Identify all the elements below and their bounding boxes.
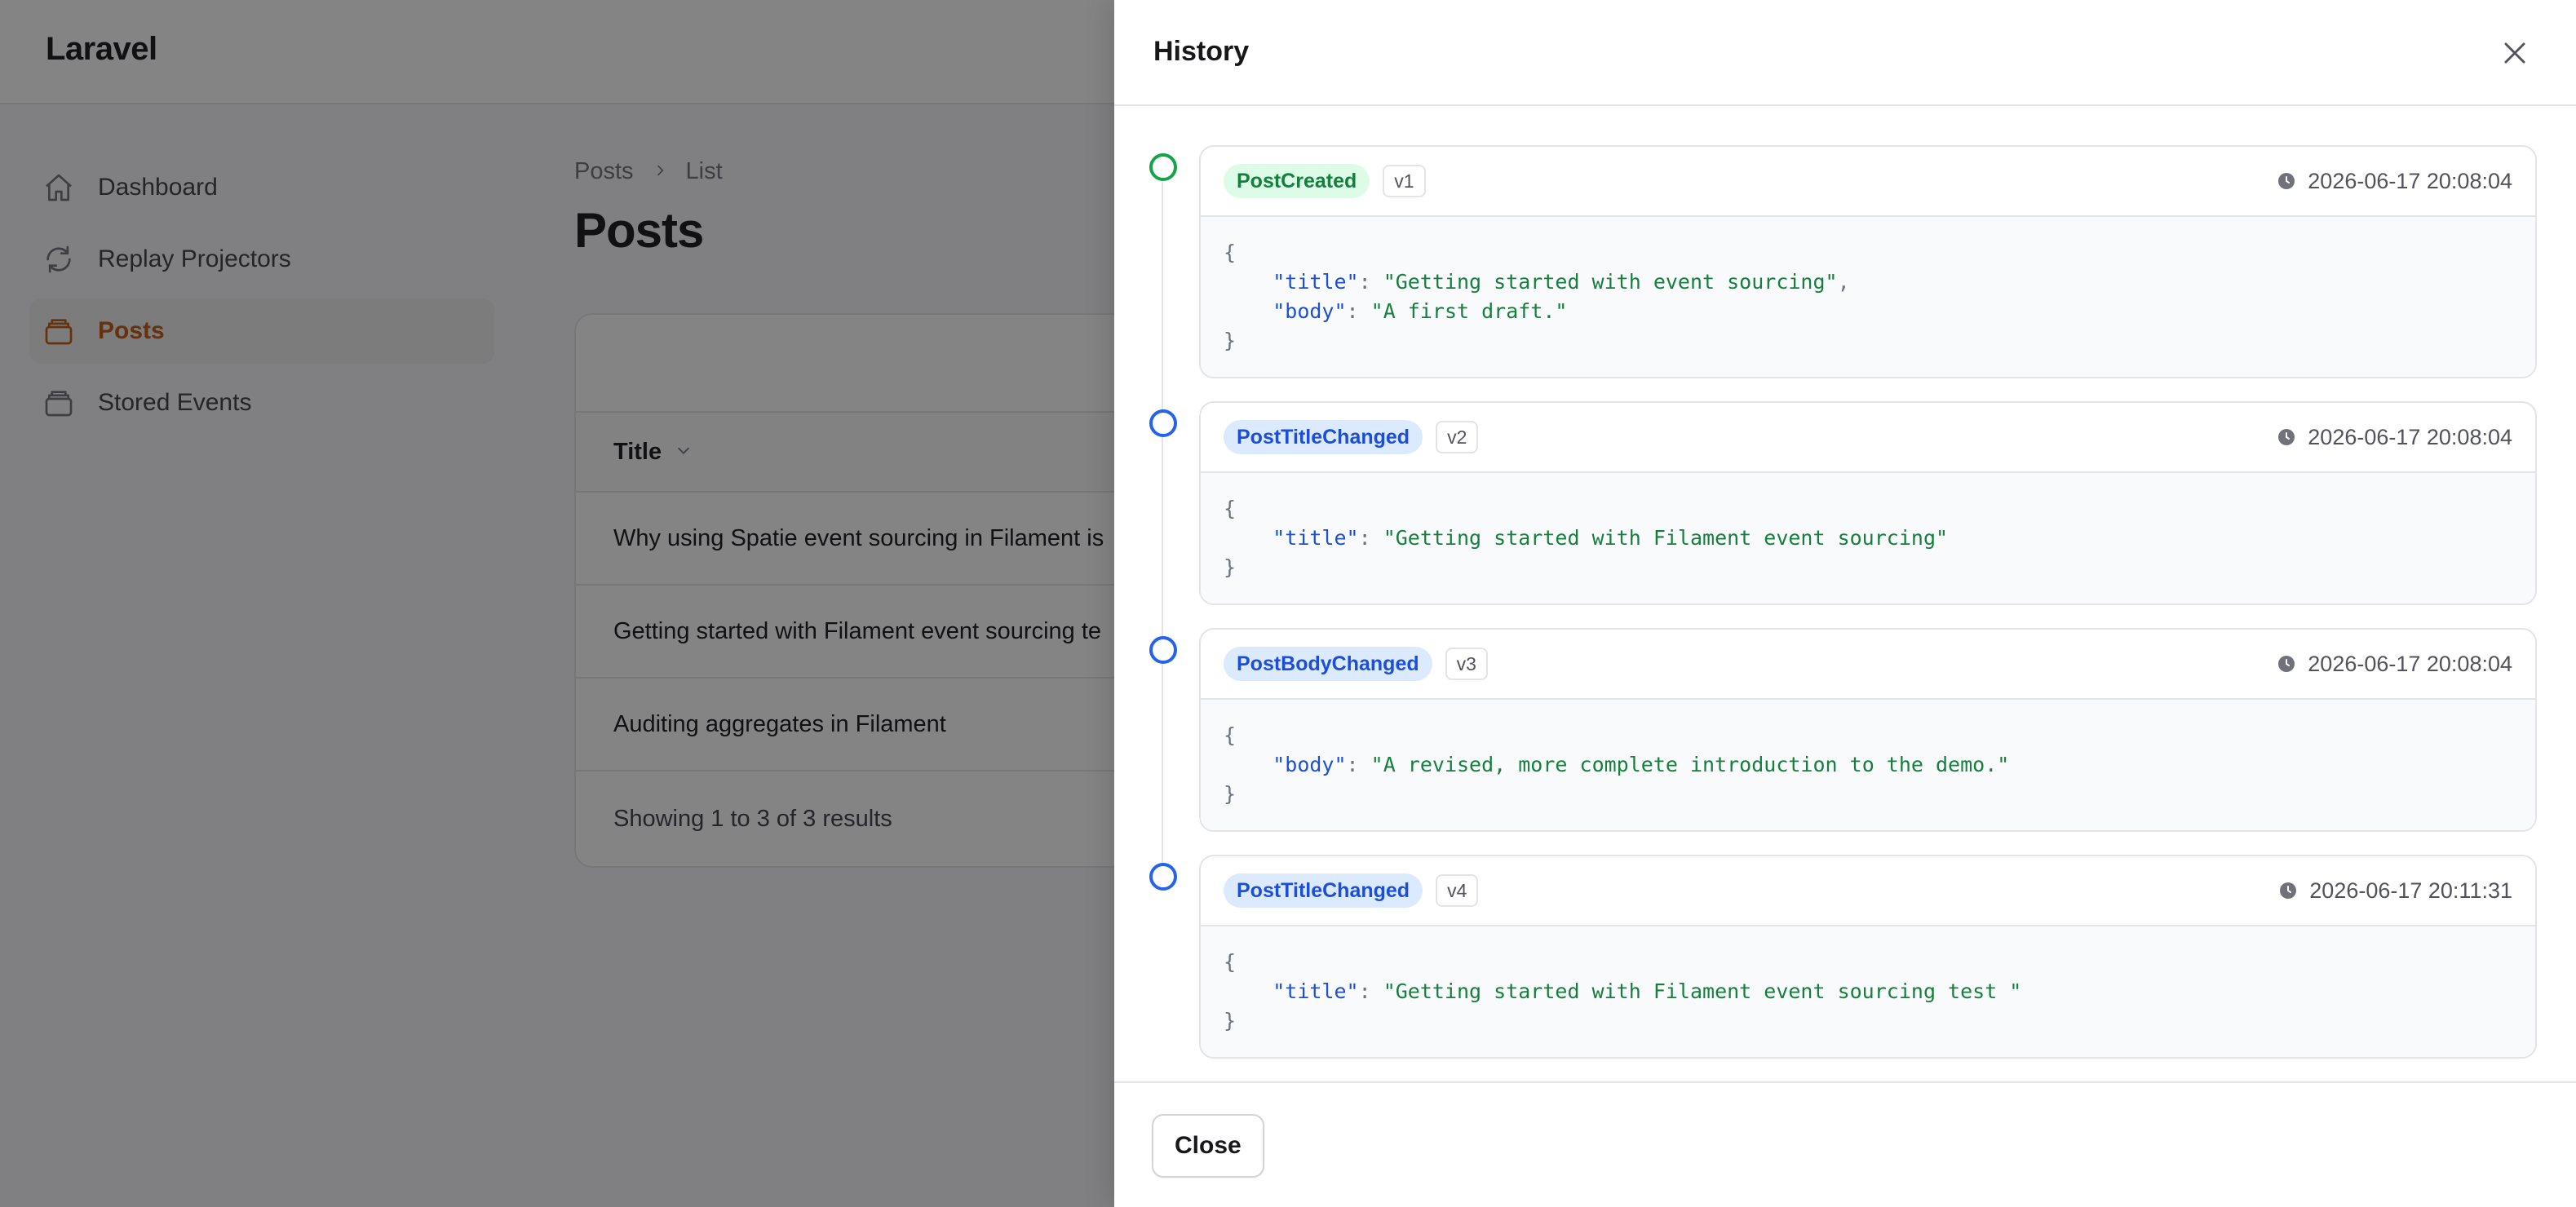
timeline-line <box>1162 166 1163 876</box>
close-icon[interactable] <box>2494 33 2535 73</box>
version-badge: v2 <box>1436 421 1479 453</box>
timeline-dot <box>1149 863 1177 891</box>
json-brace: { <box>1224 723 1237 747</box>
json-key: "title" <box>1273 270 1359 294</box>
json-brace: } <box>1224 1009 1237 1032</box>
json-brace: } <box>1224 329 1237 352</box>
json-brace: { <box>1224 241 1237 264</box>
timeline-dot <box>1149 409 1177 437</box>
event-payload: { "title": "Getting started with Filamen… <box>1201 926 2535 1057</box>
event-name-badge: PostTitleChanged <box>1224 420 1423 454</box>
event-timestamp: 2026-06-17 20:08:04 <box>2277 147 2512 215</box>
panel-footer: Close <box>1114 1081 2576 1207</box>
history-panel: History PostCreated v1 2026-06-17 20:08:… <box>1114 0 2576 1207</box>
json-value: "A revised, more complete introduction t… <box>1370 753 2010 776</box>
event-timestamp: 2026-06-17 20:08:04 <box>2277 630 2512 698</box>
event-header: PostBodyChanged v3 2026-06-17 20:08:04 <box>1201 630 2535 700</box>
event-payload: { "body": "A revised, more complete intr… <box>1201 700 2535 830</box>
clock-icon <box>2280 882 2297 899</box>
json-colon: : <box>1346 753 1371 776</box>
event-header: PostTitleChanged v2 2026-06-17 20:08:04 <box>1201 403 2535 473</box>
json-value: "Getting started with Filament event sou… <box>1383 979 2022 1003</box>
json-comma: , <box>1837 270 1850 294</box>
json-colon: : <box>1358 270 1383 294</box>
clock-icon <box>2278 173 2295 189</box>
version-badge: v3 <box>1445 648 1488 680</box>
json-key: "title" <box>1273 979 1359 1003</box>
event-card: PostCreated v1 2026-06-17 20:08:04 { "ti… <box>1199 145 2537 378</box>
timestamp-text: 2026-06-17 20:11:31 <box>2309 878 2512 903</box>
timestamp-text: 2026-06-17 20:08:04 <box>2308 651 2512 676</box>
clock-icon <box>2278 656 2295 672</box>
json-brace: } <box>1224 782 1237 806</box>
event-timestamp: 2026-06-17 20:11:31 <box>2278 856 2512 925</box>
event-card: PostTitleChanged v2 2026-06-17 20:08:04 … <box>1199 401 2537 605</box>
event-header: PostCreated v1 2026-06-17 20:08:04 <box>1201 147 2535 217</box>
json-colon: : <box>1346 299 1371 323</box>
json-brace: { <box>1224 950 1237 974</box>
timeline-dot <box>1149 153 1177 181</box>
json-brace: } <box>1224 555 1237 579</box>
timestamp-text: 2026-06-17 20:08:04 <box>2308 168 2512 193</box>
event-payload: { "title": "Getting started with event s… <box>1201 217 2535 377</box>
event-name-badge: PostTitleChanged <box>1224 873 1423 908</box>
json-key: "body" <box>1273 299 1347 323</box>
version-badge: v4 <box>1436 874 1479 907</box>
event-name-badge: PostBodyChanged <box>1224 647 1432 681</box>
json-value: "A first draft." <box>1370 299 1568 323</box>
json-brace: { <box>1224 497 1237 520</box>
json-key: "title" <box>1273 526 1359 550</box>
timestamp-text: 2026-06-17 20:08:04 <box>2308 424 2512 449</box>
panel-header: History <box>1114 0 2576 106</box>
timeline-dot <box>1149 636 1177 664</box>
json-colon: : <box>1358 979 1383 1003</box>
close-button[interactable]: Close <box>1152 1114 1264 1178</box>
event-header: PostTitleChanged v4 2026-06-17 20:11:31 <box>1201 856 2535 926</box>
panel-title: History <box>1153 36 1250 67</box>
json-key: "body" <box>1273 753 1347 776</box>
clock-icon <box>2278 429 2295 445</box>
json-colon: : <box>1358 526 1383 550</box>
event-card: PostTitleChanged v4 2026-06-17 20:11:31 … <box>1199 855 2537 1059</box>
event-card: PostBodyChanged v3 2026-06-17 20:08:04 {… <box>1199 628 2537 832</box>
json-value: "Getting started with Filament event sou… <box>1383 526 1949 550</box>
event-payload: { "title": "Getting started with Filamen… <box>1201 473 2535 604</box>
event-name-badge: PostCreated <box>1224 164 1370 198</box>
json-value: "Getting started with event sourcing" <box>1383 270 1838 294</box>
event-timestamp: 2026-06-17 20:08:04 <box>2277 403 2512 471</box>
version-badge: v1 <box>1383 165 1426 197</box>
